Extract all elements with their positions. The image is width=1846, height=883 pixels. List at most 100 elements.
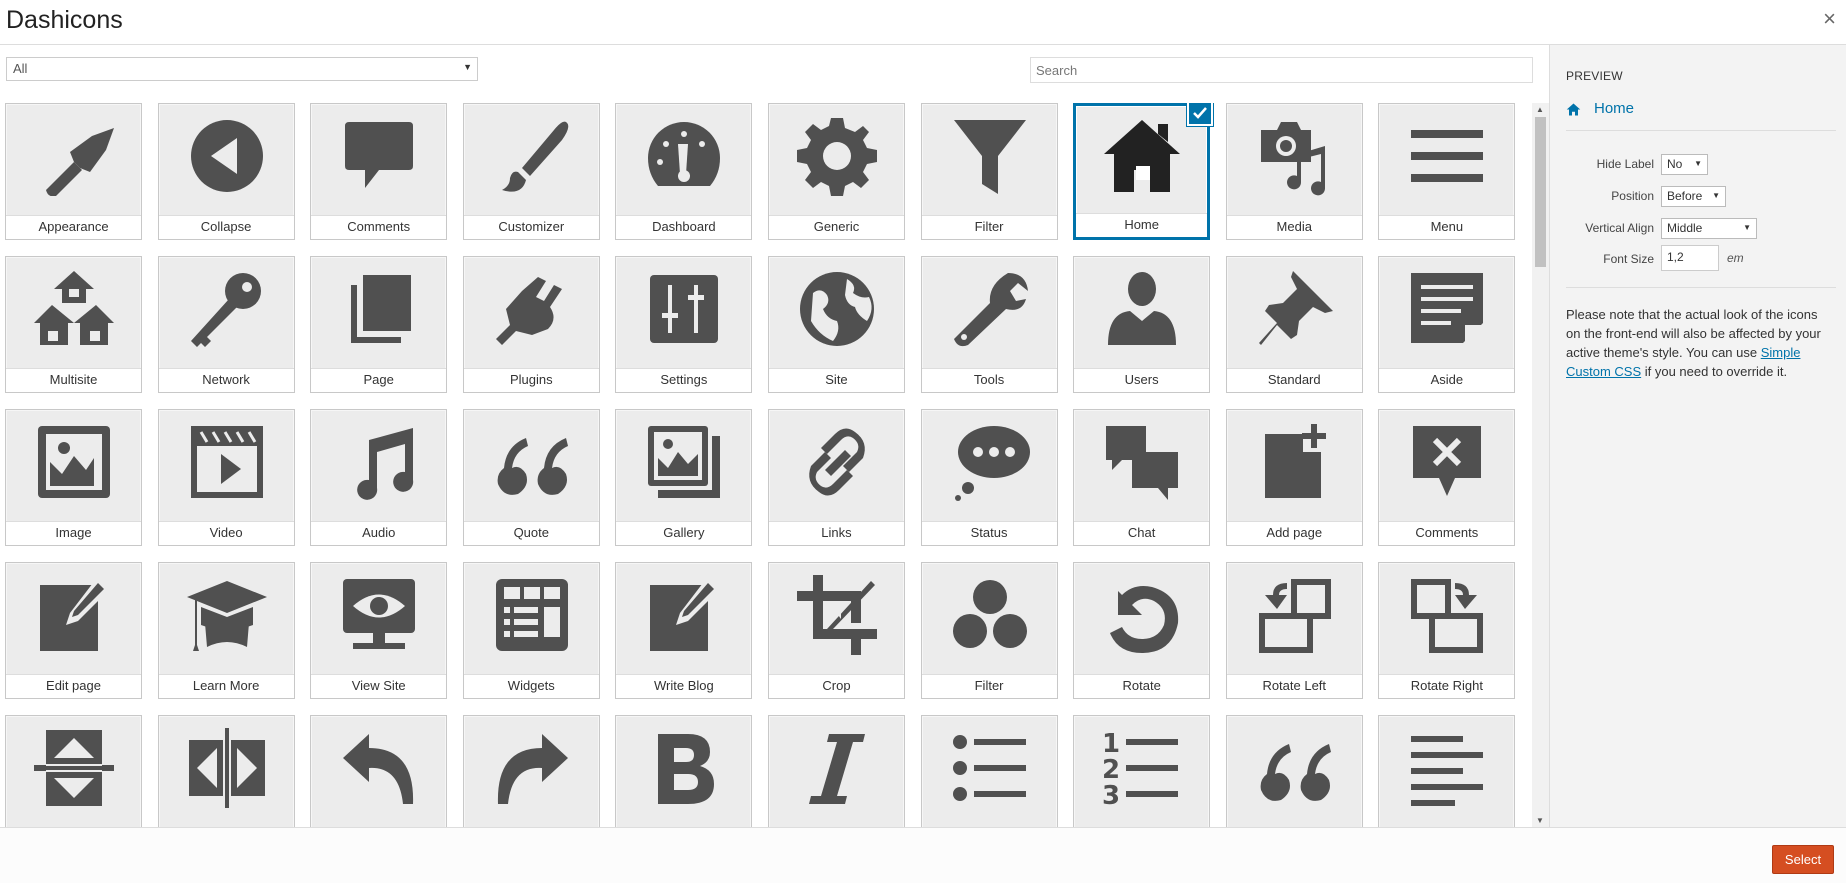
icon-tile[interactable]: Comments — [310, 103, 448, 240]
icon-tile[interactable]: Users — [1073, 256, 1211, 393]
divider — [1566, 287, 1836, 288]
scrollbar-thumb[interactable] — [1535, 117, 1546, 267]
icon-tile[interactable]: 123 — [1073, 715, 1211, 827]
vertical-align-select[interactable]: Middle ▼ — [1661, 218, 1757, 239]
chevron-down-icon: ▼ — [1743, 223, 1751, 232]
position-select[interactable]: Before ▼ — [1661, 186, 1726, 207]
icon-tile[interactable] — [1225, 715, 1363, 827]
icon-tile[interactable]: Filter — [920, 562, 1058, 699]
icon-tile[interactable]: Aside — [1378, 256, 1516, 393]
icon-tile[interactable]: Home — [1073, 103, 1214, 240]
status-icon — [954, 426, 1030, 501]
icon-tile-label: Write Blog — [616, 674, 752, 698]
icon-tile[interactable]: Generic — [767, 103, 905, 240]
icon-tile[interactable]: Crop — [767, 562, 905, 699]
scroll-up-icon[interactable]: ▲ — [1536, 105, 1544, 114]
standard-icon — [1258, 271, 1333, 345]
font-size-input[interactable]: 1,2 — [1661, 245, 1719, 271]
icon-tile[interactable]: Learn More — [157, 562, 295, 699]
icon-grid-viewport: Appearance Collapse Comments Customizer Dash… — [0, 103, 1532, 827]
icon-tile[interactable]: Image — [5, 409, 142, 546]
icon-tile[interactable]: Menu — [1378, 103, 1516, 240]
menu-icon — [1411, 130, 1484, 182]
select-button[interactable]: Select — [1772, 845, 1834, 874]
icon-tile-label: Plugins — [463, 368, 599, 392]
font-size-label: Font Size — [1603, 252, 1654, 266]
multisite-icon — [34, 271, 114, 345]
position-label: Position — [1611, 189, 1654, 203]
audio-icon — [357, 428, 414, 500]
modal-title: Dashicons — [6, 6, 123, 34]
icon-tile-label: Learn More — [158, 674, 294, 698]
icon-tile[interactable] — [767, 715, 905, 827]
home-icon — [1104, 120, 1181, 192]
icon-tile[interactable] — [1378, 715, 1516, 827]
icon-tile[interactable]: Video — [157, 409, 295, 546]
checkmark-icon — [1193, 107, 1208, 119]
icon-tile[interactable]: Customizer — [462, 103, 600, 240]
widgets-icon — [495, 579, 568, 651]
icon-tile[interactable]: Add page — [1225, 409, 1363, 546]
crop-icon — [796, 575, 877, 655]
icon-tile[interactable]: Rotate — [1073, 562, 1211, 699]
selected-check-badge — [1187, 103, 1214, 126]
chevron-down-icon: ▼ — [463, 62, 472, 72]
icon-tile[interactable]: Rotate Right — [1378, 562, 1516, 699]
icon-tile-label: Widgets — [463, 674, 599, 698]
icon-tile[interactable]: Status — [920, 409, 1058, 546]
icon-tile[interactable]: Edit page — [5, 562, 142, 699]
icon-tile[interactable]: Gallery — [615, 409, 753, 546]
icon-tile[interactable]: Tools — [920, 256, 1058, 393]
search-input[interactable] — [1030, 57, 1533, 83]
chevron-down-icon: ▼ — [1694, 159, 1702, 168]
icon-tile[interactable]: Plugins — [462, 256, 600, 393]
icon-tile-label: Generic — [768, 215, 904, 239]
icon-tile[interactable]: Network — [157, 256, 295, 393]
icon-tile[interactable]: Chat — [1073, 409, 1211, 546]
divider — [1566, 130, 1836, 131]
icon-tile[interactable] — [462, 715, 600, 827]
icon-tile[interactable]: Widgets — [462, 562, 600, 699]
scrollbar[interactable]: ▲ ▼ — [1532, 103, 1549, 827]
comments-icon — [345, 122, 414, 188]
icon-tile[interactable]: View Site — [310, 562, 448, 699]
note-text-end: if you need to override it. — [1641, 364, 1788, 379]
icon-tile[interactable] — [615, 715, 753, 827]
icon-tile[interactable]: Media — [1225, 103, 1363, 240]
scroll-down-icon[interactable]: ▼ — [1536, 816, 1544, 825]
icon-tile[interactable]: Multisite — [5, 256, 142, 393]
icon-tile[interactable]: Comments — [1378, 409, 1516, 546]
icon-tile[interactable]: Appearance — [5, 103, 142, 240]
icon-tile-label: Users — [1074, 368, 1210, 392]
icon-tile-label: Multisite — [6, 368, 141, 392]
icon-tile-label: Filter — [921, 674, 1057, 698]
icon-tile[interactable]: Rotate Left — [1225, 562, 1363, 699]
icon-tile-label: Edit page — [6, 674, 141, 698]
icon-tile[interactable]: Collapse — [157, 103, 295, 240]
plugins-icon — [495, 277, 562, 345]
category-filter-select[interactable]: All ▼ — [6, 57, 478, 81]
icon-tile[interactable] — [5, 715, 142, 827]
icon-tile[interactable]: Quote — [462, 409, 600, 546]
media-icon — [1260, 122, 1325, 196]
icon-tile[interactable]: Site — [767, 256, 905, 393]
icon-tile[interactable] — [920, 715, 1058, 827]
icon-tile[interactable]: Write Blog — [615, 562, 753, 699]
icon-tile[interactable] — [157, 715, 295, 827]
icon-tile[interactable]: Settings — [615, 256, 753, 393]
bold-icon — [658, 734, 715, 804]
hide-label-select[interactable]: No ▼ — [1661, 154, 1708, 175]
preview-heading: PREVIEW — [1566, 69, 1623, 83]
preview-text: Home — [1594, 100, 1635, 117]
icon-tile[interactable]: Standard — [1225, 256, 1363, 393]
close-icon[interactable]: × — [1823, 6, 1836, 32]
icon-tile[interactable]: Page — [310, 256, 448, 393]
position-value: Before — [1667, 189, 1703, 203]
icon-tile[interactable] — [310, 715, 448, 827]
quote-icon — [497, 438, 568, 495]
icon-tile[interactable]: Dashboard — [615, 103, 753, 240]
icon-tile[interactable]: Filter — [920, 103, 1058, 240]
icon-tile[interactable]: Links — [767, 409, 905, 546]
icon-tile[interactable]: Audio — [310, 409, 448, 546]
rotate-right-icon — [1411, 579, 1484, 653]
